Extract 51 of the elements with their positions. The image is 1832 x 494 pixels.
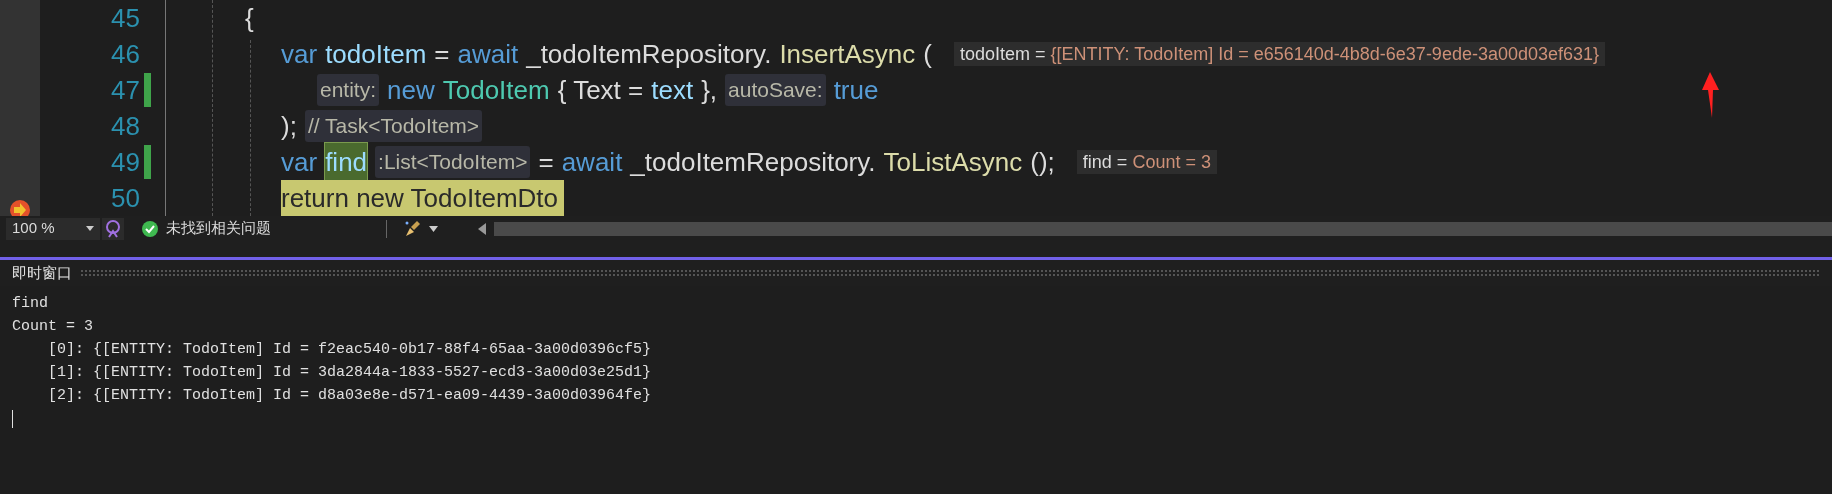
code-token: = [538,145,554,179]
brush-icon[interactable] [403,218,423,239]
output-line: find [12,294,48,314]
issues-status[interactable]: 未找到相关问题 [166,217,366,240]
code-token: ToListAsync [883,145,1023,179]
text-cursor [12,410,13,428]
caret-icon [86,226,94,231]
inlay-hint: :List<TodoItem> [375,146,531,178]
output-line: [1]: {[ENTITY: TodoItem] Id = 3da2844a-1833-5527-ecd3-3a00d03e25d1} [47,363,652,383]
arrow-icon [1700,72,1720,118]
output-line: [2]: {[ENTITY: TodoItem] Id = d8a03e8e-d571-ea09-4439-3a00d03964fe} [47,386,652,406]
zoom-dropdown[interactable]: 100 % [6,217,100,240]
code-token: return new TodoItemDto [281,181,558,215]
code-token: await [561,145,623,179]
line-number: 50 [110,181,140,215]
code-token: ); [281,109,297,143]
code-token: find [325,142,368,182]
code-token: { [245,1,254,35]
line-number: 47 [110,73,140,107]
scroll-left-icon[interactable] [478,222,486,235]
code-token: true [833,73,879,107]
code-token: }, [701,73,718,107]
code-token: _todoItemRepository. [526,37,772,71]
tool-window-title: 即时窗口 [12,262,72,283]
code-token: await [457,37,519,71]
horizontal-scrollbar[interactable] [494,221,1832,236]
code-token: todoItem [325,37,427,71]
line-number: 45 [110,1,140,35]
code-token: InsertAsync [779,37,916,71]
code-token: _todoItemRepository. [630,145,876,179]
inlay-hint: entity: [317,74,380,106]
line-number: 46 [110,37,140,71]
code-token: var [281,145,318,179]
data-tip[interactable]: find = Count = 3 [1076,150,1217,174]
caret-icon[interactable] [429,225,438,232]
output-line: [0]: {[ENTITY: TodoItem] Id = f2eac540-0b17-88f4-65aa-3a00d0396cf5} [47,340,652,360]
output-line: Count = 3 [12,317,93,337]
code-token: = [434,37,450,71]
check-circle-icon [142,220,158,237]
code-token: text [651,73,694,107]
code-token: TodoItem [442,73,550,107]
code-token: (); [1030,145,1055,179]
code-token: ( [923,37,932,71]
line-number: 48 [110,109,140,143]
code-token: var [281,37,318,71]
inlay-hint: autoSave: [725,74,826,106]
line-number: 49 [110,145,140,179]
inlay-hint: // Task<TodoItem> [304,110,483,142]
data-tip[interactable]: todoItem = {[ENTITY: TodoItem] Id = e656140d-4b8d-6e37-9ede-3a00d03ef631} [953,42,1606,66]
code-token: new [387,73,435,107]
code-token: { Text = [557,73,644,107]
